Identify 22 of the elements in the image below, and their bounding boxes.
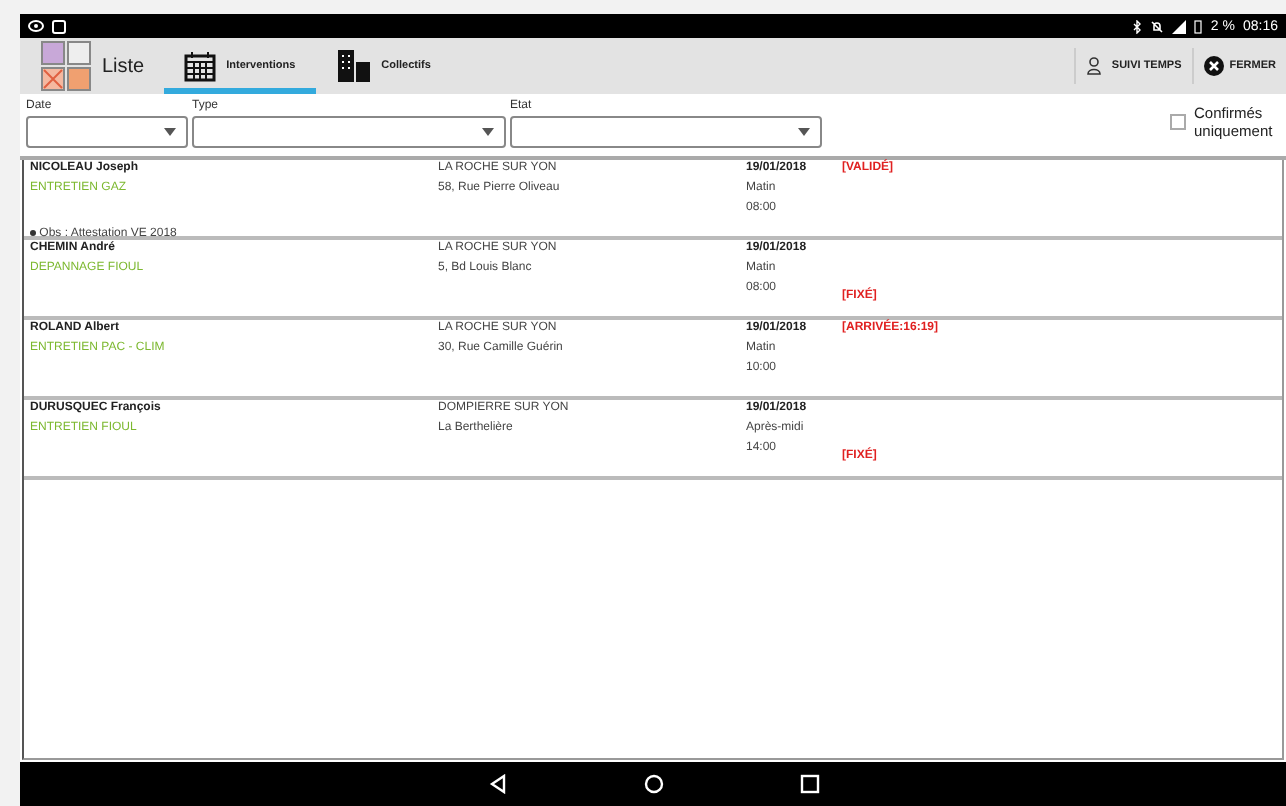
building-icon (335, 50, 372, 82)
eye-icon (28, 20, 44, 32)
calendar-icon (184, 50, 217, 82)
person-icon (1085, 56, 1106, 76)
muted-bell-icon (1150, 19, 1165, 33)
app-icon (52, 19, 66, 33)
caret-icon (482, 128, 494, 136)
filter-dropdown[interactable] (26, 116, 188, 148)
bluetooth-icon (1132, 19, 1143, 33)
close-icon (1203, 56, 1224, 76)
recents-icon (799, 774, 819, 794)
filter-dropdown[interactable] (192, 116, 506, 148)
caret-icon (798, 128, 810, 136)
signal-icon (1172, 19, 1187, 33)
caret-icon (164, 128, 176, 136)
bullet-icon (30, 230, 36, 236)
home-icon (643, 774, 663, 794)
filter-dropdown[interactable] (510, 116, 822, 148)
back-icon (487, 774, 507, 794)
tab[interactable]: Liste (20, 38, 165, 94)
battery-icon (1194, 19, 1203, 33)
checkbox[interactable] (1170, 114, 1186, 130)
